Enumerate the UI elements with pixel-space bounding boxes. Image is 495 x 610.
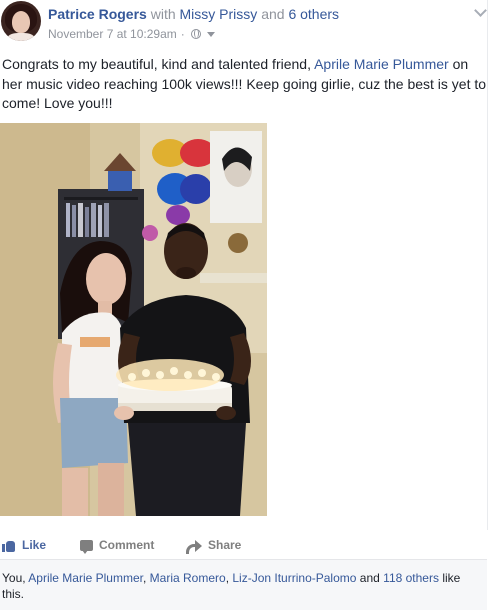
liker-link-1[interactable]: Aprile Marie Plummer <box>28 571 143 585</box>
post-photo[interactable] <box>0 123 267 516</box>
post-meta: November 7 at 10:29am · <box>48 27 215 41</box>
comment-button[interactable]: Comment <box>80 538 155 554</box>
like-label: Like <box>22 538 47 552</box>
and-text: and <box>261 6 285 22</box>
share-arrow-icon <box>186 539 202 554</box>
post-timestamp[interactable]: November 7 at 10:29am <box>48 27 177 41</box>
likes-summary: You, Aprile Marie Plummer, Maria Romero,… <box>2 570 480 602</box>
comment-bubble-icon <box>80 539 93 554</box>
likes-others-link[interactable]: 118 others <box>383 571 439 585</box>
with-text: with <box>150 6 176 22</box>
author-avatar[interactable] <box>1 1 41 41</box>
post-right-border <box>487 0 488 530</box>
author-name-link[interactable]: Patrice Rogers <box>48 6 147 22</box>
comment-label: Comment <box>99 538 155 552</box>
mention-link[interactable]: Aprile Marie Plummer <box>314 56 449 72</box>
photo-illustration <box>0 123 267 516</box>
post-header: Patrice Rogers with Missy Prissy and 6 o… <box>48 6 339 22</box>
share-label: Share <box>208 538 242 552</box>
likes-comma-1: , <box>142 571 147 585</box>
like-button[interactable]: Like <box>2 538 46 552</box>
likes-and: and <box>359 571 380 585</box>
meta-separator: · <box>180 27 185 41</box>
liker-link-2[interactable]: Maria Romero <box>150 571 226 585</box>
likes-you: You, <box>2 571 26 585</box>
likes-comma-2: , <box>225 571 230 585</box>
liker-link-3[interactable]: Liz-Jon Iturrino-Palomo <box>232 571 356 585</box>
post-text-part-1: Congrats to my beautiful, kind and talen… <box>2 56 311 72</box>
globe-icon[interactable] <box>190 29 201 39</box>
facebook-post: Patrice Rogers with Missy Prissy and 6 o… <box>0 0 495 610</box>
tagged-others-link[interactable]: 6 others <box>288 6 339 22</box>
post-options-chevron-icon[interactable] <box>474 4 487 17</box>
post-action-bar: Like Comment Share <box>0 530 487 560</box>
tagged-friend-link[interactable]: Missy Prissy <box>180 6 258 22</box>
thumbs-up-icon <box>2 539 16 552</box>
post-body-text: Congrats to my beautiful, kind and talen… <box>2 55 490 114</box>
audience-dropdown-icon[interactable] <box>206 31 215 37</box>
share-button[interactable]: Share <box>186 538 242 554</box>
